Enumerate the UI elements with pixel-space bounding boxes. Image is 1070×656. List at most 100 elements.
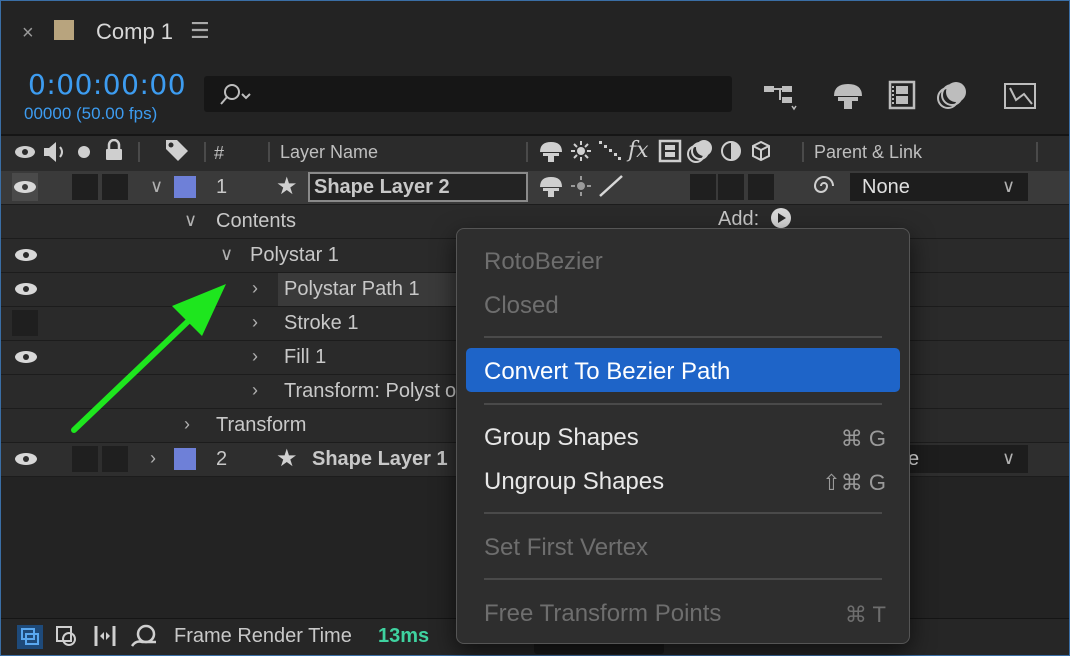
layer-2-number: 2 <box>216 448 228 470</box>
layer-1-parent-chevron-icon[interactable]: ∨ <box>1002 176 1015 197</box>
polystar-path-chevron-icon[interactable]: › <box>252 278 258 299</box>
graph-editor-icon[interactable] <box>1002 78 1038 112</box>
header-divider <box>138 142 140 162</box>
render-time-toggle-icon[interactable] <box>130 624 160 648</box>
layer-name-header[interactable]: Layer Name <box>280 142 378 163</box>
3d-layer-header-icon <box>752 140 770 162</box>
layer-1-solo-cell[interactable] <box>72 174 98 200</box>
layer-1-shy-switch-icon[interactable] <box>538 175 564 197</box>
search-icon <box>220 84 251 105</box>
adjustment-layer-header-icon <box>721 141 741 161</box>
audio-speaker-header-icon[interactable] <box>42 140 68 164</box>
stroke-chevron-icon[interactable]: › <box>252 312 258 333</box>
menu-item-group-shapes[interactable]: Group Shapes <box>484 424 639 452</box>
layer-2-eye-icon[interactable] <box>14 452 38 466</box>
layer-1-parent-value: None <box>862 176 910 198</box>
header-divider <box>802 142 804 162</box>
fill-chevron-icon[interactable]: › <box>252 346 258 367</box>
layer-number-header: # <box>214 143 225 163</box>
frame-render-time-label: Frame Render Time <box>174 625 352 647</box>
menu-separator <box>484 336 882 338</box>
effects-switch-header: fx <box>628 138 649 163</box>
annotation-arrow <box>71 284 226 433</box>
add-menu-icon[interactable] <box>770 207 792 229</box>
fill-label[interactable]: Fill 1 <box>284 346 326 369</box>
layer-2-lock-cell[interactable] <box>102 446 128 472</box>
motion-blur-icon[interactable] <box>934 78 970 112</box>
panel-menu-icon[interactable]: ☰ <box>190 18 210 44</box>
layer-1-expand-chevron-icon[interactable]: ∨ <box>150 176 163 197</box>
menu-item-closed[interactable]: Closed <box>484 292 559 320</box>
comp-tab-title[interactable]: Comp 1 <box>96 19 173 45</box>
comp-label-swatch <box>54 20 74 40</box>
shape-layer-star-icon: ★ <box>276 445 298 472</box>
quality-switch-header-icon <box>599 141 621 160</box>
layer-2-label-color[interactable] <box>174 448 196 470</box>
polystar-chevron-icon[interactable]: ∨ <box>220 244 233 265</box>
polystar-path-label[interactable]: Polystar Path 1 <box>284 278 420 301</box>
motion-blur-switch-header-icon <box>687 140 712 163</box>
contents-chevron-icon[interactable]: ∨ <box>184 210 197 231</box>
layer-1-name[interactable]: Shape Layer 2 <box>314 176 450 199</box>
layer-1-lock-cell[interactable] <box>102 174 128 200</box>
video-eye-header-icon[interactable] <box>14 144 36 160</box>
header-divider <box>526 142 528 162</box>
comp-flowchart-icon[interactable] <box>762 78 798 112</box>
frame-blending-icon[interactable] <box>884 78 920 112</box>
layer-1-label-color[interactable] <box>174 176 196 198</box>
ungroup-shapes-shortcut: ⇧⌘ G <box>822 470 886 495</box>
collapse-switch-header-icon <box>571 141 591 161</box>
stroke-label[interactable]: Stroke 1 <box>284 312 358 335</box>
lock-header-icon[interactable] <box>104 139 124 161</box>
polystar-path-eye-icon[interactable] <box>14 282 38 296</box>
layer-1-adjustment-cell[interactable] <box>718 174 744 200</box>
header-divider <box>268 142 270 162</box>
header-divider <box>1036 142 1038 162</box>
menu-item-ungroup-shapes[interactable]: Ungroup Shapes <box>484 468 664 496</box>
header-divider <box>204 142 206 162</box>
fill-eye-icon[interactable] <box>14 350 38 364</box>
menu-item-free-transform-points[interactable]: Free Transform Points <box>484 600 721 628</box>
close-tab-button[interactable]: × <box>22 22 34 45</box>
menu-item-set-first-vertex[interactable]: Set First Vertex <box>484 534 648 562</box>
layer-1-3d-cell[interactable] <box>748 174 774 200</box>
transform-polystar-label-tail: o <box>445 380 457 402</box>
frame-render-time-value: 13ms <box>378 625 430 647</box>
layer-1-collapse-switch-icon[interactable] <box>570 175 592 197</box>
frame-rate-display: 00000 (50.00 fps) <box>24 104 158 123</box>
layer-1-number: 1 <box>216 176 228 198</box>
label-tag-header-icon[interactable] <box>164 138 190 162</box>
shy-switch-header-icon <box>540 142 562 162</box>
layer-2-parent-chevron-icon[interactable]: ∨ <box>1002 448 1015 469</box>
layer-2-name[interactable]: Shape Layer 1 <box>312 448 448 471</box>
layer-1-motion-blur-cell[interactable] <box>690 174 716 200</box>
shape-layer-star-icon: ★ <box>276 173 298 200</box>
layer-1-quality-switch-icon[interactable] <box>598 174 624 198</box>
layer-switches-toggle-icon[interactable] <box>16 624 44 650</box>
transfer-controls-toggle-icon[interactable] <box>54 624 80 650</box>
shy-layers-icon[interactable] <box>830 78 866 112</box>
menu-separator <box>484 578 882 580</box>
transform-polystar-chevron-icon[interactable]: › <box>252 380 258 401</box>
menu-item-rotobezier[interactable]: RotoBezier <box>484 248 603 276</box>
parent-link-header[interactable]: Parent & Link <box>814 142 922 163</box>
menu-separator <box>484 512 882 514</box>
layer-2-expand-chevron-icon[interactable]: › <box>150 448 156 469</box>
current-time-display[interactable]: 0:00:00:00 <box>28 68 186 101</box>
layer-2-solo-cell[interactable] <box>72 446 98 472</box>
stroke-visibility-cell[interactable] <box>12 310 38 336</box>
frame-blend-switch-header-icon <box>658 139 682 163</box>
layer-1-pick-whip-icon[interactable] <box>812 174 836 198</box>
in-out-toggle-icon[interactable] <box>92 622 118 650</box>
menu-separator <box>484 403 882 405</box>
group-shapes-shortcut: ⌘ G <box>840 426 886 451</box>
menu-item-convert-to-bezier-path[interactable]: Convert To Bezier Path <box>484 358 730 386</box>
transform-polystar-label[interactable]: Transform: Polyst <box>284 380 440 403</box>
solo-dot-header-icon[interactable] <box>78 146 90 158</box>
free-transform-points-shortcut: ⌘ T <box>844 602 886 627</box>
polystar-eye-icon[interactable] <box>14 248 38 262</box>
polystar-label[interactable]: Polystar 1 <box>250 244 339 267</box>
contents-label[interactable]: Contents <box>216 210 296 233</box>
layer-1-eye-icon[interactable] <box>13 180 37 194</box>
search-input[interactable] <box>204 76 732 112</box>
